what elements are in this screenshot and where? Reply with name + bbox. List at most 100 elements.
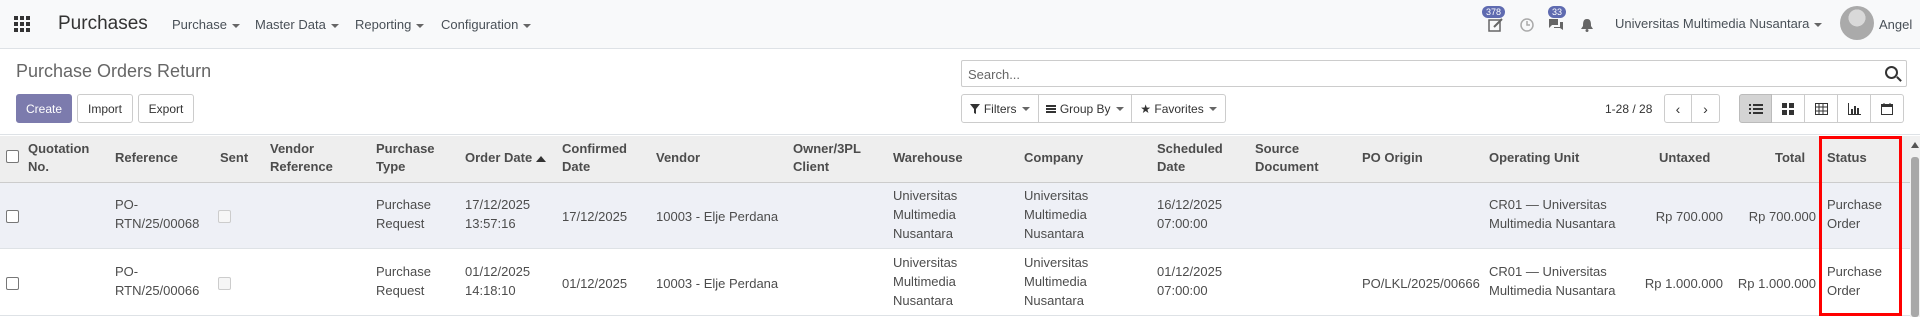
scroll-up-icon[interactable] [1911,142,1919,148]
purchase-type-cell: Purchase Request [376,197,431,231]
table-row[interactable]: PO- RTN/25/00068 Purchase Request 17/12/20… [0,183,1910,249]
sent-checkbox [218,277,231,290]
chevron-down-icon [1814,22,1823,27]
favorites-button[interactable]: ★ Favorites [1132,94,1226,123]
search-input[interactable]: Search... [961,60,1907,87]
operating-unit-cell: CR01 — Universitas Multimedia Nusantara [1489,197,1616,231]
status-column-highlight [1819,136,1902,316]
table-row[interactable]: PO- RTN/25/00066 Purchase Request 01/12/20… [0,250,1910,316]
vendor-cell: 10003 - Elje Perdana [656,276,779,291]
list-view-button[interactable] [1739,94,1772,123]
star-icon: ★ [1140,101,1152,116]
pager-value[interactable]: 1-28 / 28 [1605,102,1652,116]
warehouse-cell: Universitas Multimedia Nusantara [893,188,958,241]
untaxed-cell: Rp 700.000 [1655,209,1723,224]
order-date-cell: 01/12/2025 14:18:10 [465,264,531,298]
order-date-cell: 17/12/2025 13:57:16 [465,197,531,231]
filters-button[interactable]: Filters [961,94,1039,123]
header-total[interactable]: Total [1775,149,1805,167]
apps-menu-icon[interactable] [14,16,30,32]
activity-count-badge: 378 [1482,6,1506,18]
scheduled-date-cell: 01/12/2025 07:00:00 [1157,264,1223,298]
menu-configuration[interactable]: Configuration [441,17,532,32]
chevron-right-icon: › [1703,100,1708,117]
header-confirmed-date[interactable]: Confirmed Date [562,140,627,176]
message-count-badge: 33 [1548,6,1567,18]
chevron-down-icon [330,23,339,28]
sent-checkbox [218,210,231,223]
header-company[interactable]: Company [1024,149,1083,167]
table-view-icon [1814,102,1828,115]
header-reference[interactable]: Reference [115,149,178,167]
page-title: Purchase Orders Return [16,61,212,81]
header-owner-client[interactable]: Owner/3PL Client [793,140,861,176]
avatar[interactable] [1840,6,1874,40]
header-untaxed[interactable]: Untaxed [1659,149,1710,167]
group-by-button[interactable]: Group By [1039,94,1132,123]
calendar-view-button[interactable] [1871,94,1904,123]
table-header: Quotation No. Reference Sent Vendor Refere… [0,136,1910,183]
row-checkbox[interactable] [6,210,19,223]
po-origin-cell: PO/LKL/2025/00666 [1362,276,1480,291]
total-cell: Rp 1.000.000 [1737,276,1816,291]
menu-master-data[interactable]: Master Data [255,17,339,32]
chevron-left-icon: ‹ [1675,100,1681,117]
company-cell: Universitas Multimedia Nusantara [1024,255,1089,308]
warehouse-cell: Universitas Multimedia Nusantara [893,255,958,308]
bell-icon[interactable] [1579,18,1595,32]
clock-icon[interactable] [1519,18,1535,32]
graph-view-button[interactable] [1838,94,1871,123]
search-icon[interactable] [1885,66,1898,79]
confirmed-date-cell: 17/12/2025 [562,209,628,224]
chevron-down-icon [416,23,425,28]
vendor-cell: 10003 - Elje Perdana [656,209,779,224]
header-warehouse[interactable]: Warehouse [893,149,963,167]
kanban-view-icon [1782,102,1794,115]
chevron-down-icon [231,23,240,28]
header-source-document[interactable]: Source Document [1255,140,1319,176]
chevron-down-icon [1115,106,1124,111]
header-purchase-type[interactable]: Purchase Type [376,140,435,176]
header-vendor[interactable]: Vendor [656,149,700,167]
user-name[interactable]: Angel [1879,17,1912,32]
kanban-view-button[interactable] [1772,94,1805,123]
header-vendor-reference[interactable]: Vendor Reference [270,140,333,176]
pager-next-button[interactable]: › [1692,94,1720,123]
select-all-checkbox[interactable] [6,150,19,163]
menu-reporting[interactable]: Reporting [355,17,425,32]
company-switcher[interactable]: Universitas Multimedia Nusantara [1615,16,1823,31]
chevron-down-icon [1208,106,1217,111]
header-quotation-no[interactable]: Quotation No. [28,140,89,176]
untaxed-cell: Rp 1.000.000 [1644,276,1723,291]
header-order-date[interactable]: Order Date [465,149,547,167]
bar-chart-icon [1847,102,1861,115]
import-button[interactable]: Import [77,94,133,123]
top-navbar: Purchases Purchase Master Data Reporting… [0,0,1920,49]
menu-purchase[interactable]: Purchase [172,17,240,32]
pivot-view-button[interactable] [1805,94,1838,123]
chevron-down-icon [1021,106,1030,111]
messages-icon[interactable] [1548,18,1564,32]
header-po-origin[interactable]: PO Origin [1362,149,1423,167]
export-button[interactable]: Export [138,94,194,123]
list-icon [1046,104,1057,113]
reference-cell: PO- RTN/25/00068 [115,197,200,231]
pager-previous-button[interactable]: ‹ [1664,94,1692,123]
edit-activity-icon[interactable] [1488,18,1504,32]
chevron-down-icon [523,23,532,28]
header-sent[interactable]: Sent [220,149,248,167]
confirmed-date-cell: 01/12/2025 [562,276,628,291]
create-button[interactable]: Create [16,94,72,123]
filter-icon [970,103,981,114]
company-cell: Universitas Multimedia Nusantara [1024,188,1089,241]
operating-unit-cell: CR01 — Universitas Multimedia Nusantara [1489,264,1616,298]
calendar-icon [1881,102,1893,115]
scrollbar-thumb[interactable] [1911,157,1919,317]
list-view-icon [1748,103,1763,114]
total-cell: Rp 700.000 [1748,209,1816,224]
purchase-type-cell: Purchase Request [376,264,431,298]
header-operating-unit[interactable]: Operating Unit [1489,149,1579,167]
header-scheduled-date[interactable]: Scheduled Date [1157,140,1223,176]
scheduled-date-cell: 16/12/2025 07:00:00 [1157,197,1223,231]
row-checkbox[interactable] [6,277,19,290]
